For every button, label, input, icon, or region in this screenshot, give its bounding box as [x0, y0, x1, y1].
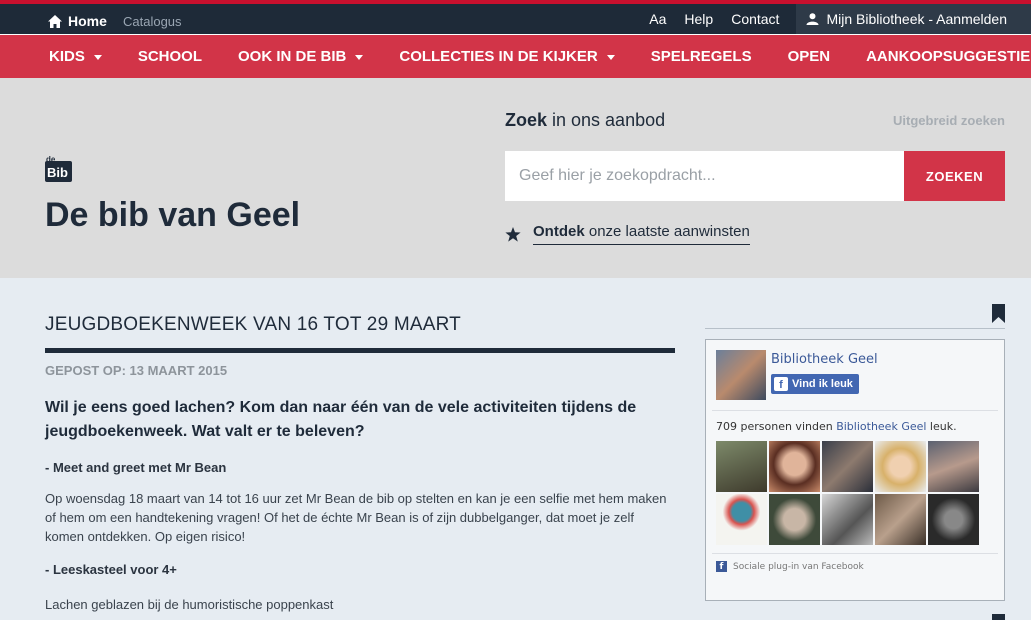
fan-avatar[interactable]: [716, 441, 767, 492]
nav-label: OOK IN DE BIB: [238, 48, 347, 65]
nav-label: KIDS: [49, 48, 85, 65]
divider: [712, 410, 998, 411]
fan-avatar[interactable]: [875, 494, 926, 545]
nav-label: SCHOOL: [137, 48, 203, 65]
fan-avatar[interactable]: [875, 441, 926, 492]
font-size-link[interactable]: Aa: [649, 11, 666, 27]
sidebar-divider: [705, 328, 1005, 329]
title-divider: [45, 348, 675, 353]
bookmark-icon: [992, 614, 1005, 620]
divider: [712, 553, 998, 554]
fan-avatar[interactable]: [716, 494, 767, 545]
article-subheading: - Meet and greet met Mr Bean: [45, 460, 227, 475]
nav-item-school[interactable]: SCHOOL: [138, 48, 202, 65]
page-cover-image[interactable]: [716, 350, 766, 400]
article-paragraph: Op woensdag 18 maart van 14 tot 16 uur z…: [45, 491, 667, 544]
article-paragraph: Lachen geblazen bij de humoristische pop…: [45, 597, 334, 612]
news-article: JEUGDBOEKENWEEK VAN 16 TOT 29 MAART GEPO…: [45, 278, 675, 614]
svg-text:de: de: [46, 155, 56, 164]
help-link[interactable]: Help: [684, 11, 713, 27]
catalogus-link[interactable]: Catalogus: [123, 14, 182, 29]
article-lead: Wil je eens goed lachen? Kom dan naar éé…: [45, 399, 637, 440]
search-input[interactable]: [505, 151, 904, 201]
search-button[interactable]: ZOEKEN: [904, 151, 1005, 201]
nav-item-ook-in-de-bib[interactable]: OOK IN DE BIB: [238, 48, 364, 65]
fan-avatar[interactable]: [769, 494, 820, 545]
nav-item-open[interactable]: OPEN: [788, 48, 831, 65]
discover-label: Ontdek onze laatste aanwinsten: [533, 223, 750, 245]
caret-down-icon: [355, 54, 364, 60]
facebook-icon: f: [716, 561, 727, 572]
like-label: Vind ik leuk: [792, 378, 853, 390]
article-subheading: - Leeskasteel voor 4+: [45, 562, 177, 577]
facebook-widget: Bibliotheek Geel f Vind ik leuk 709 pers…: [705, 339, 1005, 601]
fan-faces-grid: [716, 441, 986, 545]
bookmark-icon: [992, 304, 1005, 323]
facebook-page-link[interactable]: Bibliotheek Geel: [771, 352, 878, 367]
nav-item-kids[interactable]: KIDS: [49, 48, 102, 65]
account-label: Mijn Bibliotheek - Aanmelden: [826, 11, 1007, 27]
article-title[interactable]: JEUGDBOEKENWEEK VAN 16 TOT 29 MAART: [45, 314, 675, 336]
hero-section: de Bib De bib van Geel Zoek in ons aanbo…: [0, 78, 1031, 278]
user-icon: [806, 13, 819, 25]
account-login-link[interactable]: Mijn Bibliotheek - Aanmelden: [796, 4, 1031, 34]
bib-logo[interactable]: de Bib: [45, 155, 72, 182]
library-name: De bib van Geel: [45, 196, 301, 234]
nav-item-collecties[interactable]: COLLECTIES IN DE KIJKER: [399, 48, 615, 65]
discover-link[interactable]: Ontdek onze laatste aanwinsten: [505, 223, 750, 245]
caret-down-icon: [606, 54, 615, 60]
caret-down-icon: [93, 54, 102, 60]
nav-label: SPELREGELS: [650, 48, 752, 65]
fan-avatar[interactable]: [822, 441, 873, 492]
article-date: GEPOST OP: 13 MAART 2015: [45, 363, 228, 378]
advanced-search-link[interactable]: Uitgebreid zoeken: [893, 113, 1005, 128]
home-icon: [48, 14, 62, 28]
facebook-plugin-credit[interactable]: f Sociale plug-in van Facebook: [716, 561, 864, 572]
fan-avatar[interactable]: [928, 494, 979, 545]
facebook-like-button[interactable]: f Vind ik leuk: [771, 374, 859, 394]
home-label: Home: [68, 13, 107, 29]
nav-label: AANKOOPSUGGESTIE: [866, 48, 1031, 65]
contact-link[interactable]: Contact: [731, 11, 779, 27]
fan-avatar[interactable]: [769, 441, 820, 492]
home-link[interactable]: Home: [48, 13, 107, 29]
nav-label: OPEN: [787, 48, 831, 65]
nav-item-spelregels[interactable]: SPELREGELS: [651, 48, 752, 65]
utility-links: Aa Help Contact Mijn Bibliotheek - Aanme…: [640, 4, 1031, 34]
search-title: Zoek in ons aanbod: [505, 110, 666, 130]
facebook-icon: f: [774, 377, 788, 391]
nav-label: COLLECTIES IN DE KIJKER: [399, 48, 598, 65]
svg-text:Bib: Bib: [47, 165, 68, 180]
top-bar: Home Catalogus Aa Help Contact Mijn Bibl…: [0, 0, 1031, 35]
like-count: 709 personen vinden Bibliotheek Geel leu…: [716, 420, 957, 433]
nav-item-aankoopsuggestie[interactable]: AANKOOPSUGGESTIE: [866, 48, 1030, 65]
fan-avatar[interactable]: [822, 494, 873, 545]
main-nav: KIDS SCHOOL OOK IN DE BIB COLLECTIES IN …: [0, 35, 1031, 78]
star-icon: [505, 226, 521, 242]
fan-avatar[interactable]: [928, 441, 979, 492]
plugin-label: Sociale plug-in van Facebook: [733, 561, 864, 572]
